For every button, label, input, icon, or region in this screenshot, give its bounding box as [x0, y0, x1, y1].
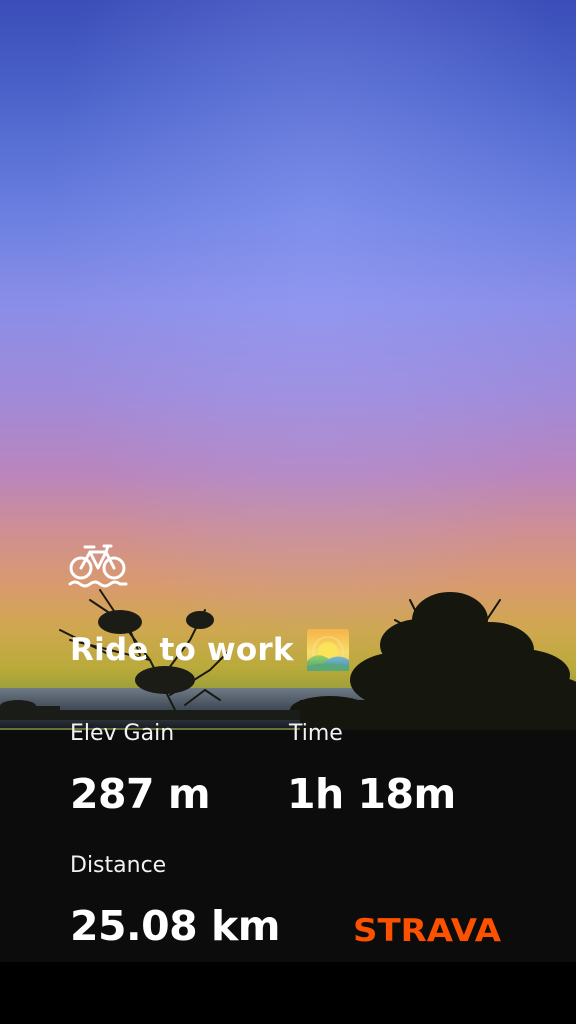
time-value: 1h 18m — [287, 770, 456, 818]
activity-title-row: Ride to work — [70, 622, 350, 678]
bike-icon — [68, 544, 128, 588]
strava-logo: STRAVA — [353, 913, 501, 946]
activity-share-card: Ride to work Elev Gain 287 m Time 1h 18m… — [0, 0, 576, 1024]
strava-logo-text: STRAVA — [353, 913, 501, 946]
elev-gain-label: Elev Gain — [70, 721, 175, 746]
elev-gain-value: 287 m — [70, 770, 211, 818]
activity-title: Ride to work — [70, 632, 294, 668]
distance-value: 25.08 km — [70, 902, 280, 950]
time-label: Time — [289, 721, 343, 746]
distance-label: Distance — [70, 853, 167, 878]
sunrise-icon — [306, 629, 349, 671]
bottom-band — [0, 962, 576, 1024]
